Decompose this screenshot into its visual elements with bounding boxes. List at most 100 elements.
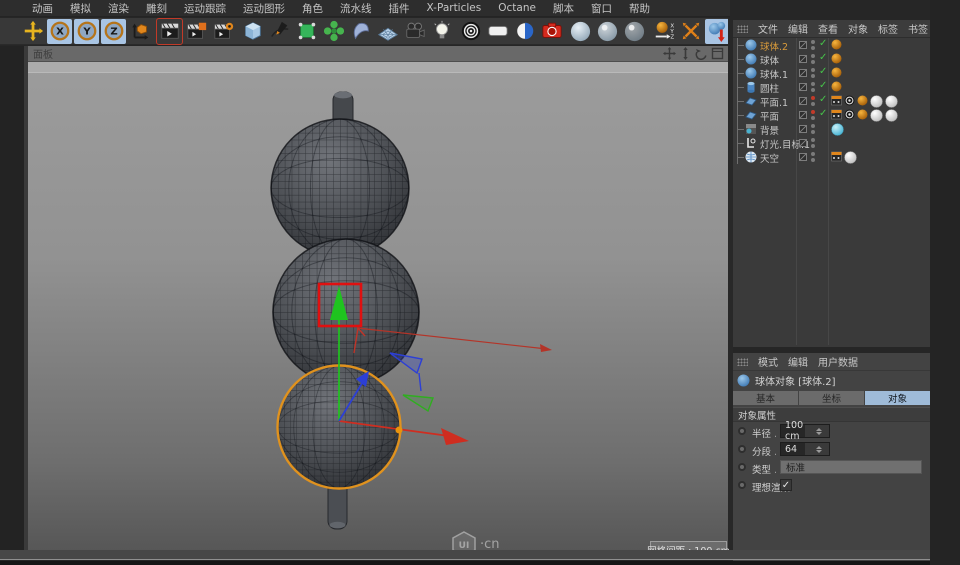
menu-simulate[interactable]: 模拟 bbox=[70, 1, 91, 16]
viewport-pan-icon[interactable] bbox=[663, 47, 676, 60]
om-menu-file[interactable]: 文件 bbox=[758, 21, 778, 36]
phong-tag-icon[interactable] bbox=[831, 67, 842, 78]
object-row-sky[interactable]: 天空 bbox=[733, 150, 930, 164]
menu-mograph[interactable]: 运动图形 bbox=[243, 1, 285, 16]
menu-render[interactable]: 渲染 bbox=[108, 1, 129, 16]
visibility-dots[interactable] bbox=[811, 152, 815, 162]
visibility-dots[interactable] bbox=[811, 82, 815, 92]
phong-tag-icon[interactable] bbox=[831, 39, 842, 50]
layer-box[interactable] bbox=[799, 83, 807, 91]
spinner[interactable] bbox=[805, 443, 829, 455]
enabled-check[interactable]: ✓ bbox=[819, 108, 827, 119]
viewport-maximize-icon[interactable] bbox=[711, 47, 724, 60]
enabled-check[interactable]: ✓ bbox=[819, 94, 827, 105]
viewport-zoom-icon[interactable] bbox=[679, 47, 692, 60]
material-tag-icon[interactable] bbox=[870, 109, 883, 122]
mirror-cross-icon[interactable] bbox=[678, 19, 703, 44]
menu-plugins[interactable]: 插件 bbox=[389, 1, 410, 16]
material-clear-icon[interactable] bbox=[622, 19, 647, 44]
layer-box[interactable] bbox=[799, 125, 807, 133]
layer-box[interactable] bbox=[799, 41, 807, 49]
type-dropdown[interactable]: 标准 bbox=[780, 460, 922, 474]
layer-box[interactable] bbox=[799, 69, 807, 77]
menu-script[interactable]: 脚本 bbox=[553, 1, 574, 16]
target-tag-icon[interactable] bbox=[844, 95, 855, 106]
coordinate-system-icon[interactable] bbox=[128, 19, 153, 44]
layer-box[interactable] bbox=[799, 139, 807, 147]
am-menu-edit[interactable]: 编辑 bbox=[788, 354, 808, 369]
enabled-check[interactable]: ✓ bbox=[819, 66, 827, 77]
compositing-tag-icon[interactable] bbox=[831, 151, 842, 162]
object-row-cylinder[interactable]: 圆柱 ✓ bbox=[733, 80, 930, 94]
render-region-icon[interactable] bbox=[485, 19, 510, 44]
menu-character[interactable]: 角色 bbox=[302, 1, 323, 16]
axis-x-arrowhead[interactable] bbox=[441, 428, 469, 445]
om-menu-object[interactable]: 对象 bbox=[848, 21, 868, 36]
viewport-rotate-icon[interactable] bbox=[695, 47, 708, 60]
visibility-dots[interactable] bbox=[811, 124, 815, 134]
keyframe-circle-icon[interactable] bbox=[738, 481, 746, 489]
menu-motion-tracking[interactable]: 运动跟踪 bbox=[184, 1, 226, 16]
object-row-plane1[interactable]: 平面.1 ✓ bbox=[733, 94, 930, 108]
object-row-sphere[interactable]: 球体 ✓ bbox=[733, 52, 930, 66]
visibility-dots[interactable] bbox=[811, 138, 815, 148]
material-tag-icon[interactable] bbox=[831, 123, 844, 136]
radius-field[interactable]: 100 cm bbox=[780, 424, 830, 438]
material-tag-icon[interactable] bbox=[885, 109, 898, 122]
phong-tag-icon[interactable] bbox=[831, 53, 842, 64]
primitive-cube-icon[interactable] bbox=[240, 19, 265, 44]
deformer-icon[interactable] bbox=[348, 19, 373, 44]
material-tag-icon[interactable] bbox=[844, 151, 857, 164]
sphere-middle[interactable] bbox=[273, 239, 419, 385]
visibility-dots[interactable] bbox=[811, 54, 815, 64]
menu-sculpt[interactable]: 雕刻 bbox=[146, 1, 167, 16]
am-menu-userdata[interactable]: 用户数据 bbox=[818, 354, 858, 369]
mograph-cloner-icon[interactable] bbox=[321, 19, 346, 44]
object-row-light-target[interactable]: 灯光.目标.1 bbox=[733, 136, 930, 150]
om-menu-bookmark[interactable]: 书签 bbox=[908, 21, 928, 36]
render-settings-icon[interactable] bbox=[512, 19, 537, 44]
tab-object[interactable]: 对象 bbox=[865, 391, 930, 405]
record-clapper-icon[interactable] bbox=[157, 19, 182, 44]
target-tag-icon[interactable] bbox=[844, 109, 855, 120]
phong-tag-icon[interactable] bbox=[857, 109, 868, 120]
compositing-tag-icon[interactable] bbox=[831, 95, 842, 106]
material-glass-icon[interactable] bbox=[595, 19, 620, 44]
dynamics-icon[interactable] bbox=[705, 19, 730, 44]
render-view-icon[interactable] bbox=[458, 19, 483, 44]
om-menu-tag[interactable]: 标签 bbox=[878, 21, 898, 36]
layer-box[interactable] bbox=[799, 55, 807, 63]
material-gray-icon[interactable] bbox=[568, 19, 593, 44]
menu-x-particles[interactable]: X-Particles bbox=[427, 2, 482, 14]
keyframe-circle-icon[interactable] bbox=[738, 445, 746, 453]
visibility-dots[interactable] bbox=[811, 40, 815, 50]
enabled-check[interactable]: ✓ bbox=[819, 80, 827, 91]
spinner[interactable] bbox=[805, 425, 829, 437]
move-tool-icon[interactable] bbox=[20, 19, 45, 44]
object-row-plane[interactable]: 平面 ✓ bbox=[733, 108, 930, 122]
compositing-tag-icon[interactable] bbox=[831, 109, 842, 120]
light-icon[interactable] bbox=[429, 19, 454, 44]
material-tag-icon[interactable] bbox=[885, 95, 898, 108]
viewport-panel-menu[interactable]: 面板 bbox=[33, 46, 53, 61]
visibility-dots[interactable] bbox=[811, 68, 815, 78]
layer-box[interactable] bbox=[799, 153, 807, 161]
x-axis-lock-icon[interactable]: X bbox=[47, 19, 72, 44]
menu-animation[interactable]: 动画 bbox=[32, 1, 53, 16]
z-axis-lock-icon[interactable]: Z bbox=[101, 19, 126, 44]
om-menu-edit[interactable]: 编辑 bbox=[788, 21, 808, 36]
floor-icon[interactable] bbox=[375, 19, 400, 44]
object-row-background[interactable]: 背景 bbox=[733, 122, 930, 136]
plane-handle[interactable] bbox=[396, 427, 403, 434]
am-menu-mode[interactable]: 模式 bbox=[758, 354, 778, 369]
material-tag-icon[interactable] bbox=[870, 95, 883, 108]
om-menu-view[interactable]: 查看 bbox=[818, 21, 838, 36]
panel-grip-icon[interactable] bbox=[737, 25, 748, 33]
camera-icon[interactable] bbox=[402, 19, 427, 44]
viewport-canvas[interactable]: UI ·cn bbox=[28, 62, 728, 550]
layer-box[interactable] bbox=[799, 97, 807, 105]
phong-tag-icon[interactable] bbox=[857, 95, 868, 106]
tab-coordinates[interactable]: 坐标 bbox=[799, 391, 864, 405]
y-axis-lock-icon[interactable]: Y bbox=[74, 19, 99, 44]
sphere-top[interactable] bbox=[271, 119, 409, 257]
